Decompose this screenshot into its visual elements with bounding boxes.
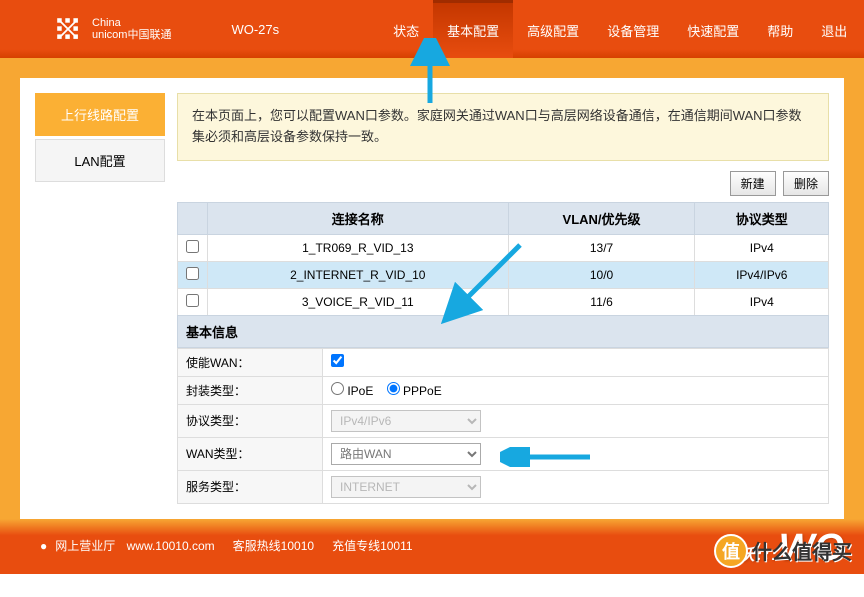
nav-item-4[interactable]: 快速配置: [673, 0, 753, 58]
unicom-icon: [50, 11, 86, 47]
form-table: 使能WAN： 封装类型： IPoE PPPoE 协议类型： IPv4/IPv6 …: [177, 348, 829, 504]
footer-hotline: 客服热线10010: [233, 539, 314, 553]
content-area: 上行线路配置LAN配置 在本页面上，您可以配置WAN口参数。家庭网关通过WAN口…: [20, 78, 844, 519]
table-row[interactable]: 1_TR069_R_VID_1313/7IPv4: [178, 234, 829, 261]
enable-wan-checkbox[interactable]: [331, 354, 344, 367]
model-label: WO-27s: [231, 22, 279, 37]
table-row[interactable]: 3_VOICE_R_VID_1111/6IPv4: [178, 288, 829, 315]
top-header: China unicom中国联通 WO-27s 状态基本配置高级配置设备管理快速…: [0, 0, 864, 58]
table-row[interactable]: 2_INTERNET_R_VID_1010/0IPv4/IPv6: [178, 261, 829, 288]
main-nav: 状态基本配置高级配置设备管理快速配置帮助退出: [379, 0, 861, 58]
conn-vlan: 11/6: [508, 288, 695, 315]
watermark-text: 什么值得买: [752, 536, 852, 565]
encap-pppoe[interactable]: PPPoE: [387, 384, 442, 398]
service-select: INTERNET: [331, 476, 481, 498]
row-checkbox[interactable]: [186, 294, 199, 307]
conn-name: 3_VOICE_R_VID_11: [208, 288, 509, 315]
delete-button[interactable]: 删除: [783, 171, 829, 196]
wan-type-select[interactable]: 路由WAN: [331, 443, 481, 465]
section-title: 基本信息: [177, 315, 829, 348]
sidebar-item-1[interactable]: LAN配置: [35, 139, 165, 182]
new-button[interactable]: 新建: [730, 171, 776, 196]
nav-item-1[interactable]: 基本配置: [433, 0, 513, 58]
proto-label: 协议类型：: [178, 404, 323, 437]
bullet-icon: ●: [40, 539, 47, 553]
conn-proto: IPv4/IPv6: [695, 261, 829, 288]
encap-ipoe[interactable]: IPoE: [331, 384, 373, 398]
table-header: 协议类型: [695, 202, 829, 234]
footer: ● 网上营业厅 www.10010.com 客服热线10010 充值专线10011…: [0, 519, 864, 574]
nav-item-3[interactable]: 设备管理: [593, 0, 673, 58]
conn-vlan: 10/0: [508, 261, 695, 288]
nav-item-6[interactable]: 退出: [807, 0, 861, 58]
nav-item-2[interactable]: 高级配置: [513, 0, 593, 58]
conn-proto: IPv4: [695, 234, 829, 261]
watermark: 值 什么值得买: [714, 534, 852, 568]
sidebar-item-0[interactable]: 上行线路配置: [35, 93, 165, 136]
brand-line1: China: [92, 17, 171, 29]
footer-links: ● 网上营业厅 www.10010.com 客服热线10010 充值专线10011: [40, 537, 824, 554]
row-checkbox[interactable]: [186, 267, 199, 280]
encap-label: 封装类型：: [178, 376, 323, 404]
sidebar: 上行线路配置LAN配置: [35, 93, 165, 504]
nav-item-0[interactable]: 状态: [379, 0, 433, 58]
info-banner: 在本页面上，您可以配置WAN口参数。家庭网关通过WAN口与高层网络设备通信，在通…: [177, 93, 829, 161]
conn-vlan: 13/7: [508, 234, 695, 261]
proto-select: IPv4/IPv6: [331, 410, 481, 432]
conn-name: 2_INTERNET_R_VID_10: [208, 261, 509, 288]
content-wrap: 上行线路配置LAN配置 在本页面上，您可以配置WAN口参数。家庭网关通过WAN口…: [0, 58, 864, 519]
connection-table: 连接名称VLAN/优先级协议类型 1_TR069_R_VID_1313/7IPv…: [177, 202, 829, 316]
footer-link1[interactable]: 网上营业厅: [55, 539, 115, 553]
action-row: 新建 删除: [177, 171, 829, 196]
table-header: 连接名称: [208, 202, 509, 234]
brand-logo: China unicom中国联通: [50, 11, 171, 47]
nav-item-5[interactable]: 帮助: [753, 0, 807, 58]
enable-wan-label: 使能WAN：: [178, 348, 323, 376]
brand-line2: unicom中国联通: [92, 29, 171, 41]
main-panel: 在本页面上，您可以配置WAN口参数。家庭网关通过WAN口与高层网络设备通信，在通…: [177, 93, 829, 504]
wan-type-label: WAN类型：: [178, 437, 323, 470]
service-label: 服务类型：: [178, 470, 323, 503]
table-header: VLAN/优先级: [508, 202, 695, 234]
encap-cell: IPoE PPPoE: [323, 376, 829, 404]
row-checkbox[interactable]: [186, 240, 199, 253]
footer-url[interactable]: www.10010.com: [127, 539, 215, 553]
footer-recharge: 充值专线10011: [332, 539, 412, 553]
watermark-circle-icon: 值: [714, 534, 748, 568]
conn-name: 1_TR069_R_VID_13: [208, 234, 509, 261]
conn-proto: IPv4: [695, 288, 829, 315]
